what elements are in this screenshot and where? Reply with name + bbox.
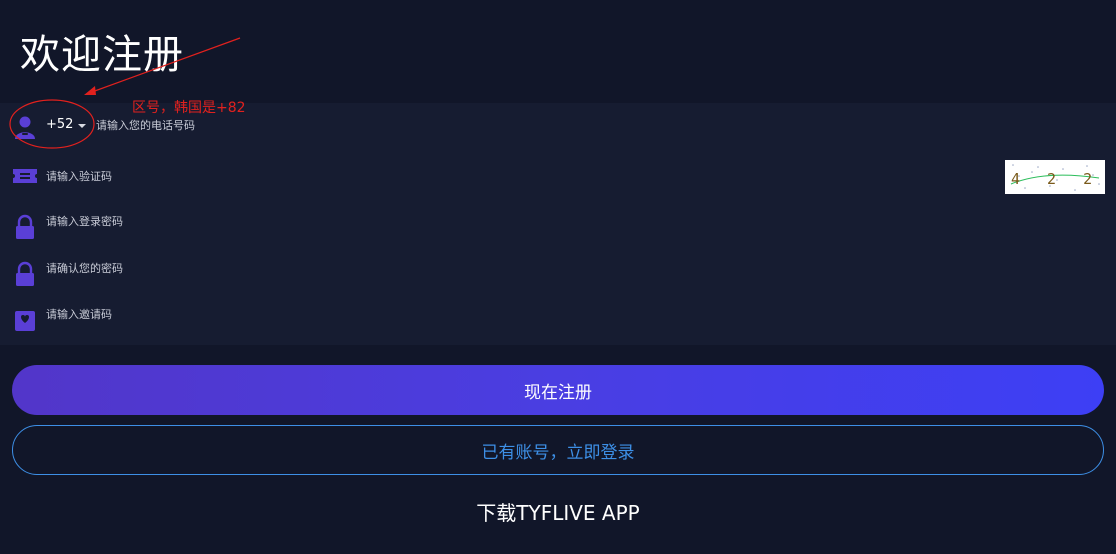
confirm-password-row — [0, 248, 1116, 288]
chevron-down-icon[interactable] — [78, 124, 86, 128]
captcha-image[interactable]: 4 2 2 7 — [1005, 160, 1116, 194]
annotation-arrow-head — [84, 86, 96, 95]
password-row — [0, 201, 1116, 241]
ticket-icon — [13, 169, 37, 183]
invite-code-input[interactable] — [46, 303, 946, 325]
register-button[interactable]: 现在注册 — [12, 365, 1104, 415]
user-icon — [15, 116, 35, 139]
page-title: 欢迎注册 — [20, 32, 184, 78]
login-button[interactable]: 已有账号，立即登录 — [12, 425, 1104, 475]
confirm-password-input[interactable] — [46, 257, 946, 279]
captcha-row — [0, 156, 1116, 196]
gift-box-icon — [15, 311, 35, 331]
annotation-text: 区号，韩国是+82 — [132, 100, 246, 116]
lock-icon — [16, 214, 34, 239]
phone-input[interactable] — [96, 114, 696, 136]
invite-row — [0, 294, 1116, 334]
lock-icon — [16, 261, 34, 286]
download-app-link[interactable]: 下载TYFLIVE APP — [0, 497, 1116, 526]
country-code-selector[interactable]: +52 — [46, 117, 73, 132]
registration-form: +52 4 2 2 7 — [0, 103, 1116, 345]
captcha-text: 4 2 2 7 — [1011, 170, 1105, 188]
password-input[interactable] — [46, 210, 946, 232]
captcha-input[interactable] — [46, 165, 946, 187]
